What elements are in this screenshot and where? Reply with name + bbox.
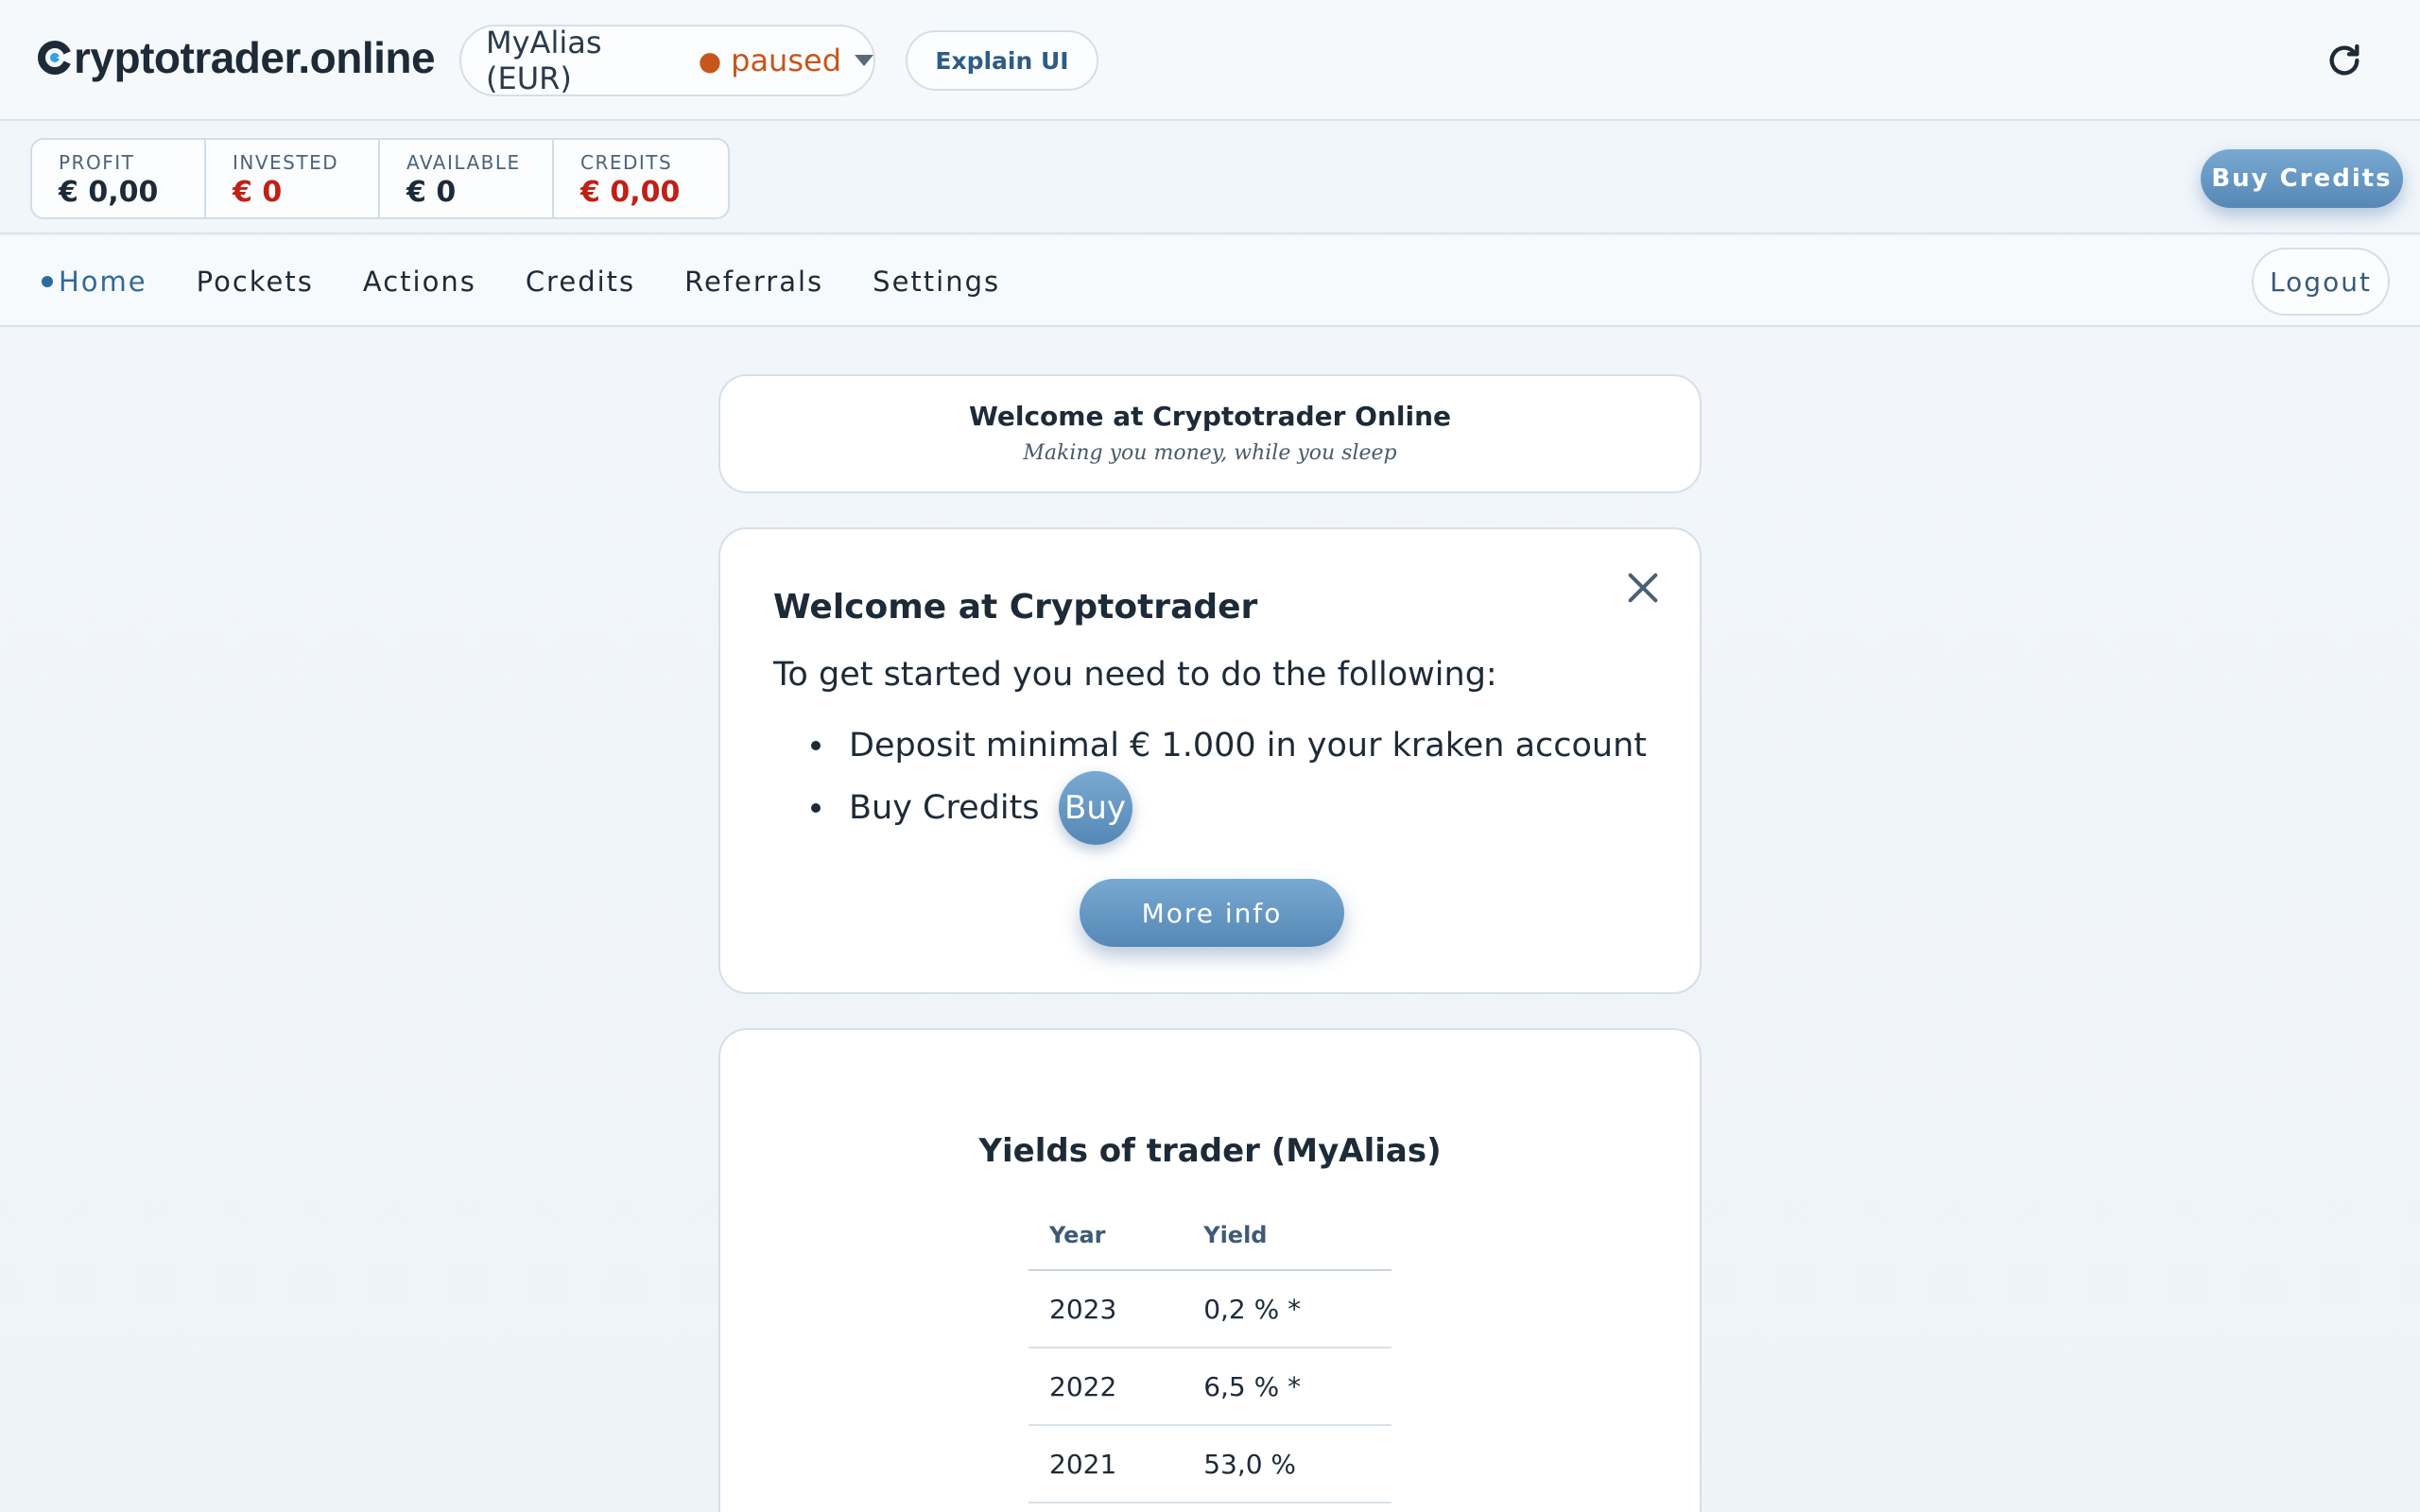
year-cell: 2021 — [1028, 1425, 1187, 1503]
welcome-title: Welcome at Cryptotrader Online — [968, 401, 1452, 432]
refresh-icon[interactable] — [2325, 42, 2363, 79]
list-item: Deposit minimal € 1.000 in your kraken a… — [811, 714, 1647, 777]
yield-cell: 6,5 % * — [1186, 1348, 1392, 1426]
stat-available: AVAILABLE € 0 — [380, 140, 554, 217]
table-header-row: Year Yield — [1028, 1200, 1392, 1271]
table-row: 2022 6,5 % * — [1028, 1348, 1392, 1426]
close-icon[interactable] — [1624, 569, 1662, 607]
yield-cell: 0,2 % * — [1186, 1270, 1392, 1349]
list-item: Buy Credits Buy — [811, 771, 1647, 845]
nav-item-actions[interactable]: Actions — [363, 266, 476, 298]
buy-credits-button[interactable]: Buy Credits — [2201, 149, 2403, 208]
stat-value: € 0 — [406, 176, 457, 209]
logout-button[interactable]: Logout — [2252, 248, 2390, 316]
year-cell: 2022 — [1028, 1348, 1187, 1426]
nav-item-credits[interactable]: Credits — [526, 266, 635, 298]
stat-label: INVESTED — [233, 151, 339, 174]
nav-item-pockets[interactable]: Pockets — [197, 266, 314, 298]
yield-cell: 53,0 % — [1186, 1425, 1392, 1503]
getting-started-card: Welcome at Cryptotrader To get started y… — [718, 527, 1702, 994]
stat-value: € 0 — [233, 176, 283, 209]
buy-button[interactable]: Buy — [1058, 771, 1132, 845]
bullet-icon — [811, 803, 821, 813]
column-header-year: Year — [1028, 1200, 1187, 1271]
stat-label: CREDITS — [580, 151, 673, 174]
logo[interactable]: ryptotrader.online — [38, 32, 436, 83]
bullet-icon — [811, 741, 821, 750]
trader-select-label: MyAlias (EUR) — [486, 25, 602, 96]
yields-card: Yields of trader (MyAlias) Year Yield 20… — [718, 1028, 1702, 1512]
main-nav: Home Pockets Actions Credits Referrals S… — [0, 236, 2420, 327]
welcome-card: Welcome at Cryptotrader Online Making yo… — [718, 374, 1702, 493]
explain-ui-button[interactable]: Explain UI — [906, 30, 1098, 91]
nav-item-settings[interactable]: Settings — [873, 266, 1000, 298]
column-header-yield: Yield — [1186, 1200, 1392, 1271]
stat-value: € 0,00 — [580, 176, 681, 209]
table-row: 2021 53,0 % — [1028, 1425, 1392, 1503]
getting-started-intro: To get started you need to do the follow… — [773, 656, 1497, 694]
chevron-down-icon — [855, 55, 873, 66]
getting-started-title: Welcome at Cryptotrader — [773, 588, 1258, 627]
stat-label: PROFIT — [59, 151, 135, 174]
active-dot-icon — [42, 276, 53, 287]
nav-item-label: Home — [59, 266, 147, 298]
yields-table: Year Yield 2023 0,2 % * 2022 6,5 % * 202… — [1028, 1200, 1392, 1503]
stat-profit: PROFIT € 0,00 — [32, 140, 206, 217]
welcome-subtitle: Making you money, while you sleep — [1023, 441, 1397, 465]
step-text: Deposit minimal € 1.000 in your kraken a… — [849, 727, 1648, 765]
logo-c-icon — [38, 41, 72, 75]
step-text: Buy Credits — [849, 789, 1040, 827]
top-bar: ryptotrader.online MyAlias (EUR) ● pause… — [0, 0, 2420, 121]
stats-panel: PROFIT € 0,00 INVESTED € 0 AVAILABLE € 0… — [30, 138, 730, 219]
trader-status: paused — [731, 43, 841, 78]
stats-bar: PROFIT € 0,00 INVESTED € 0 AVAILABLE € 0… — [0, 123, 2420, 234]
more-info-button[interactable]: More info — [1080, 879, 1344, 947]
stat-label: AVAILABLE — [406, 151, 521, 174]
year-cell: 2023 — [1028, 1270, 1187, 1349]
status-dot-icon: ● — [698, 44, 722, 77]
table-row: 2023 0,2 % * — [1028, 1270, 1392, 1349]
stat-invested: INVESTED € 0 — [206, 140, 380, 217]
stat-value: € 0,00 — [59, 176, 159, 209]
yields-title: Yields of trader (MyAlias) — [978, 1132, 1442, 1170]
stat-credits: CREDITS € 0,00 — [554, 140, 728, 217]
logo-text: ryptotrader.online — [74, 33, 436, 82]
nav-item-referrals[interactable]: Referrals — [684, 266, 823, 298]
trader-select[interactable]: MyAlias (EUR) ● paused — [459, 25, 875, 96]
nav-item-home[interactable]: Home — [42, 266, 147, 298]
getting-started-steps: Deposit minimal € 1.000 in your kraken a… — [811, 714, 1647, 845]
